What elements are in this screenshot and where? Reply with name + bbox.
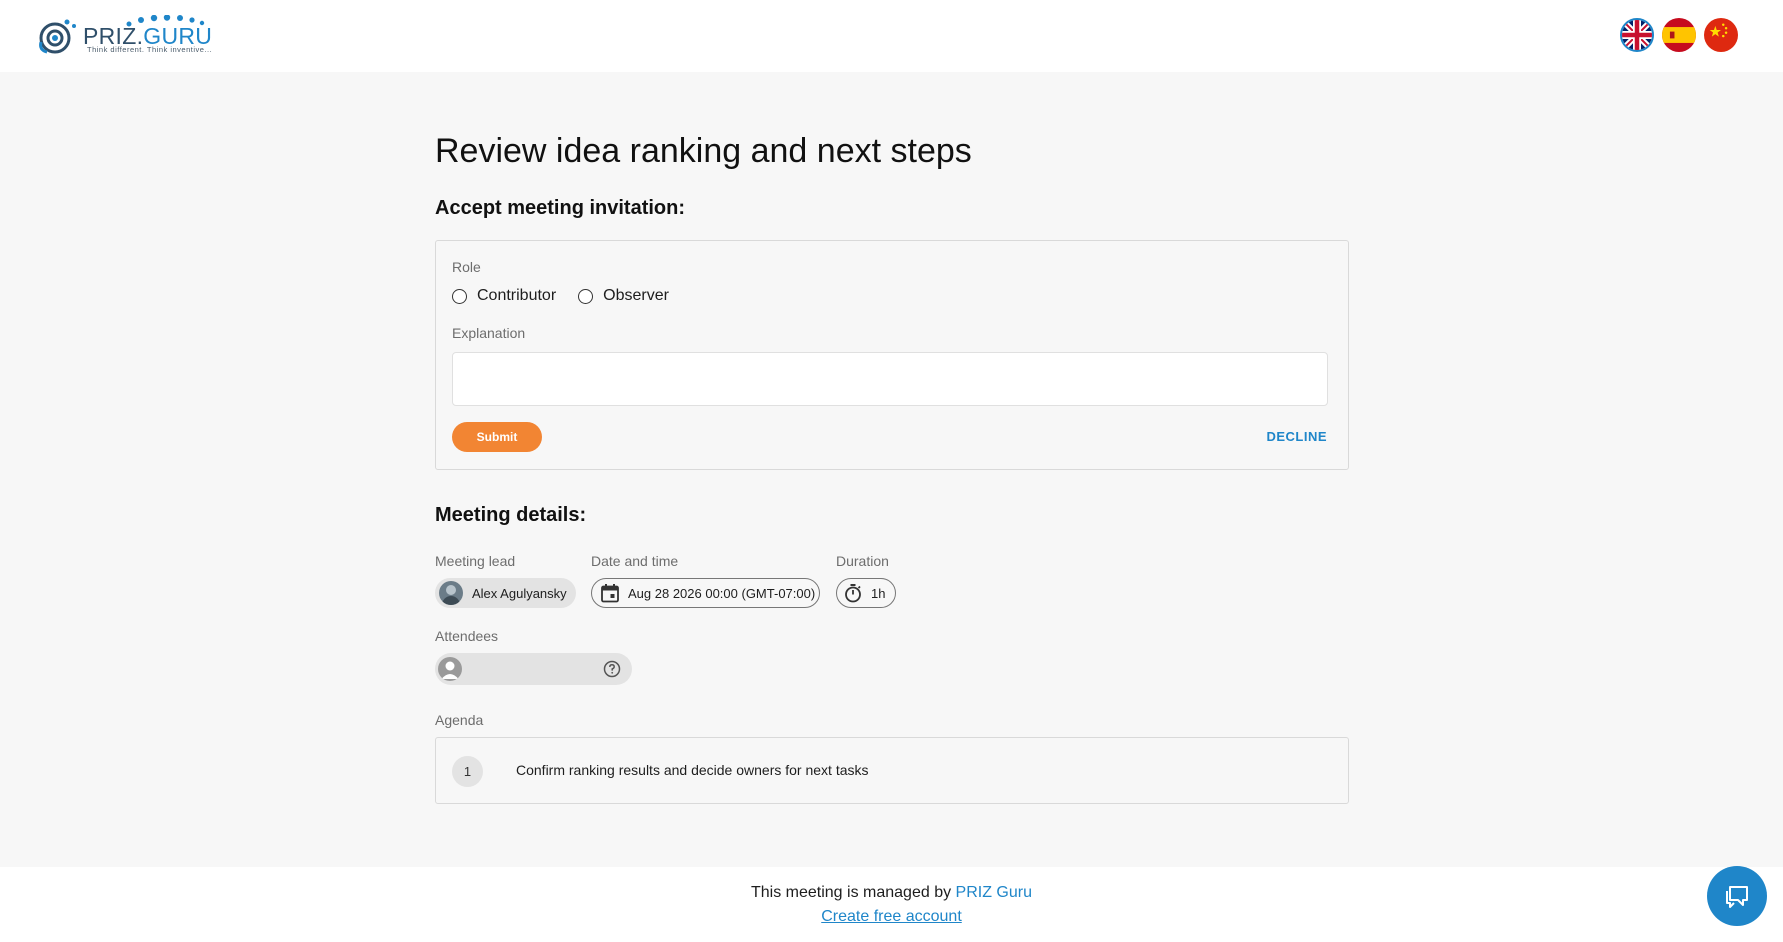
radio-button[interactable] (578, 288, 594, 304)
calendar-icon (600, 583, 620, 603)
meeting-lead-name: Alex Agulyansky (472, 585, 567, 601)
submit-button[interactable]: Submit (452, 422, 542, 452)
flag-uk-icon[interactable] (1620, 18, 1654, 52)
role-option-observer[interactable]: Observer (578, 287, 669, 305)
person-icon (438, 657, 462, 681)
priz-guru-logo[interactable]: PRIZ.GURU Think different. Think inventi… (37, 14, 217, 58)
flag-spain-icon[interactable] (1662, 18, 1696, 52)
agenda-list: 1 Confirm ranking results and decide own… (435, 737, 1349, 804)
create-account-row: Create free account (0, 908, 1783, 926)
meeting-details-heading: Meeting details: (435, 504, 587, 526)
attendee-chip[interactable] (435, 653, 632, 685)
agenda-item-number: 1 (452, 756, 483, 787)
timer-icon (843, 583, 863, 603)
language-switcher (1620, 18, 1738, 52)
agenda-label: Agenda (435, 712, 484, 728)
date-time-value: Aug 28 2026 00:00 (GMT-07:00) (628, 585, 816, 601)
chat-icon (1726, 886, 1748, 908)
role-radio-group: Contributor Observer (452, 287, 691, 305)
priz-guru-link[interactable]: PRIZ Guru (956, 884, 1032, 901)
radio-button[interactable] (452, 288, 467, 304)
top-header: PRIZ.GURU Think different. Think inventi… (0, 0, 1783, 72)
date-time-label: Date and time (591, 553, 679, 569)
role-option-contributor[interactable]: Contributor (452, 287, 556, 305)
duration-value: 1h (871, 585, 886, 601)
invitation-heading: Accept meeting invitation: (435, 197, 686, 219)
date-time-chip: Aug 28 2026 00:00 (GMT-07:00) (591, 578, 820, 608)
agenda-item-text: Confirm ranking results and decide owner… (516, 762, 869, 778)
attendees-label: Attendees (435, 628, 499, 644)
duration-chip: 1h (836, 578, 896, 608)
footer: This meeting is managed by PRIZ Guru Cre… (0, 867, 1783, 942)
help-icon[interactable] (603, 660, 621, 683)
logo-eye-icon (39, 19, 76, 54)
flag-china-icon[interactable] (1704, 18, 1738, 52)
invitation-form: Role Contributor Observer Explanation Su… (435, 240, 1349, 470)
explanation-input[interactable] (452, 352, 1328, 406)
meeting-lead-chip: Alex Agulyansky (435, 578, 576, 608)
managed-by-text: This meeting is managed by PRIZ Guru (750, 884, 1032, 901)
duration-label: Duration (836, 553, 889, 569)
role-label: Role (452, 259, 481, 275)
create-account-link[interactable]: Create free account (821, 908, 962, 925)
meeting-lead-label: Meeting lead (435, 553, 516, 569)
page-title: Review idea ranking and next steps (435, 132, 972, 170)
logo-tagline: Think different. Think inventive... (87, 45, 213, 54)
explanation-label: Explanation (452, 325, 526, 341)
avatar (439, 581, 463, 605)
decline-button[interactable]: DECLINE (1266, 429, 1327, 444)
chat-button[interactable] (1707, 866, 1767, 926)
